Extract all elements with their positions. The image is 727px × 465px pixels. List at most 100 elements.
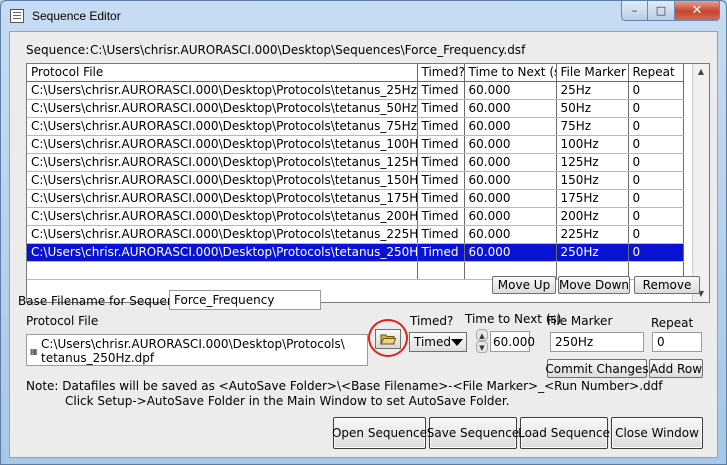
column-header[interactable]: Timed? (417, 64, 465, 82)
table-row[interactable]: C:\Users\chrisr.AURORASCI.000\Desktop\Pr… (27, 189, 684, 208)
table-cell[interactable]: 60.000 (464, 171, 557, 190)
column-header[interactable]: Time to Next (s) (464, 64, 557, 82)
table-cell[interactable]: C:\Users\chrisr.AURORASCI.000\Desktop\Pr… (27, 189, 418, 208)
save-sequence-button[interactable]: Save Sequence (427, 417, 519, 449)
table-row[interactable]: C:\Users\chrisr.AURORASCI.000\Desktop\Pr… (27, 171, 684, 190)
table-cell[interactable]: 0 (628, 135, 684, 154)
table-cell[interactable]: 0 (628, 171, 684, 190)
table-cell[interactable]: C:\Users\chrisr.AURORASCI.000\Desktop\Pr… (27, 99, 418, 118)
maximize-button[interactable]: □ (648, 1, 675, 21)
commit-changes-button[interactable]: Commit Changes (545, 359, 649, 378)
chevron-down-icon (451, 339, 463, 346)
table-cell[interactable]: Timed (417, 117, 465, 136)
table-cell[interactable]: 225Hz (556, 225, 629, 244)
table-cell[interactable]: 0 (628, 243, 684, 262)
decrement-icon[interactable]: ▼ (476, 341, 488, 353)
table-cell[interactable]: 60.000 (464, 99, 557, 118)
table-cell[interactable]: 60.000 (464, 243, 557, 262)
table-cell[interactable]: C:\Users\chrisr.AURORASCI.000\Desktop\Pr… (27, 207, 418, 226)
file-marker-input[interactable]: 250Hz (550, 332, 644, 352)
table-cell[interactable]: 60.000 (464, 225, 557, 244)
table-row[interactable]: C:\Users\chrisr.AURORASCI.000\Desktop\Pr… (27, 225, 684, 244)
table-scrollbar[interactable]: ▲ ▼ (692, 64, 709, 302)
table-row[interactable]: C:\Users\chrisr.AURORASCI.000\Desktop\Pr… (27, 81, 684, 100)
table-cell[interactable]: 50Hz (556, 99, 629, 118)
open-sequence-button[interactable]: Open Sequence (332, 417, 427, 449)
table-cell[interactable]: 0 (628, 117, 684, 136)
table-cell[interactable]: 60.000 (464, 207, 557, 226)
repeat-input[interactable]: 0 (652, 332, 702, 352)
table-cell[interactable]: 0 (628, 81, 684, 100)
table-cell[interactable]: Timed (417, 225, 465, 244)
table-cell[interactable]: Timed (417, 99, 465, 118)
title-bar[interactable]: Sequence Editor – □ ✕ (1, 1, 726, 31)
add-row-button[interactable]: Add Row (649, 359, 703, 378)
timed-select[interactable]: Timed (409, 332, 467, 352)
table-row[interactable]: C:\Users\chrisr.AURORASCI.000\Desktop\Pr… (27, 243, 684, 262)
table-cell[interactable]: 60.000 (464, 189, 557, 208)
table-row[interactable]: C:\Users\chrisr.AURORASCI.000\Desktop\Pr… (27, 99, 684, 118)
column-header[interactable]: Protocol File (27, 64, 418, 82)
table-cell[interactable]: 150Hz (556, 171, 629, 190)
table-cell[interactable]: C:\Users\chrisr.AURORASCI.000\Desktop\Pr… (27, 135, 418, 154)
table-row[interactable]: C:\Users\chrisr.AURORASCI.000\Desktop\Pr… (27, 117, 684, 136)
note-line1: Note: Datafiles will be saved as <AutoSa… (26, 379, 663, 393)
table-cell[interactable]: Timed (417, 135, 465, 154)
time-stepper[interactable]: ▲ ▼ (476, 329, 488, 353)
base-filename-input[interactable]: Force_Frequency (169, 290, 321, 310)
table-cell[interactable]: 60.000 (464, 81, 557, 100)
table-cell[interactable]: Timed (417, 171, 465, 190)
table-cell[interactable]: Timed (417, 153, 465, 172)
table-cell[interactable]: Timed (417, 81, 465, 100)
column-header[interactable]: Repeat (628, 64, 684, 82)
table-cell[interactable]: C:\Users\chrisr.AURORASCI.000\Desktop\Pr… (27, 81, 418, 100)
table-cell[interactable]: C:\Users\chrisr.AURORASCI.000\Desktop\Pr… (27, 153, 418, 172)
table-cell[interactable]: 250Hz (556, 243, 629, 262)
table-row[interactable]: C:\Users\chrisr.AURORASCI.000\Desktop\Pr… (27, 135, 684, 154)
table-cell[interactable]: 125Hz (556, 153, 629, 172)
table-cell[interactable]: C:\Users\chrisr.AURORASCI.000\Desktop\Pr… (27, 225, 418, 244)
move-down-button[interactable]: Move Down (558, 276, 630, 294)
table-cell[interactable]: 0 (628, 189, 684, 208)
table-cell[interactable]: 75Hz (556, 117, 629, 136)
table-cell[interactable] (417, 261, 465, 280)
scroll-up-icon[interactable]: ▲ (693, 64, 709, 80)
increment-icon[interactable]: ▲ (476, 329, 488, 341)
table-cell[interactable]: Timed (417, 207, 465, 226)
sequence-label: Sequence: (26, 43, 90, 57)
table-cell[interactable]: 0 (628, 153, 684, 172)
close-window-button[interactable]: Close Window (611, 417, 703, 449)
table-cell[interactable]: 0 (628, 225, 684, 244)
table-cell[interactable] (27, 261, 418, 280)
table-cell[interactable]: 60.000 (464, 117, 557, 136)
table-header-row: Protocol File Timed? Time to Next (s) Fi… (27, 64, 684, 82)
table-cell[interactable]: C:\Users\chrisr.AURORASCI.000\Desktop\Pr… (27, 117, 418, 136)
protocol-file-line2: tetanus_250Hz.dpf (41, 351, 155, 365)
table-cell[interactable]: 100Hz (556, 135, 629, 154)
minimize-button[interactable]: – (621, 1, 648, 21)
table-row[interactable]: C:\Users\chrisr.AURORASCI.000\Desktop\Pr… (27, 207, 684, 226)
repeat-label: Repeat (651, 316, 694, 330)
load-sequence-button[interactable]: Load Sequence (518, 417, 610, 449)
column-header[interactable]: File Marker (556, 64, 629, 82)
table-cell[interactable]: 0 (628, 207, 684, 226)
protocol-file-path[interactable]: ▦ C:\Users\chrisr.AURORASCI.000\Desktop\… (26, 334, 368, 366)
close-button[interactable]: ✕ (675, 1, 720, 21)
table-cell[interactable]: 175Hz (556, 189, 629, 208)
table-cell[interactable]: C:\Users\chrisr.AURORASCI.000\Desktop\Pr… (27, 171, 418, 190)
table-cell[interactable]: 60.000 (464, 153, 557, 172)
table-cell[interactable]: 25Hz (556, 81, 629, 100)
time-to-next-input[interactable]: 60.000 (490, 331, 535, 352)
table-cell[interactable]: 200Hz (556, 207, 629, 226)
table-row[interactable]: C:\Users\chrisr.AURORASCI.000\Desktop\Pr… (27, 153, 684, 172)
table-cell[interactable]: Timed (417, 189, 465, 208)
file-marker-label: File Marker (547, 314, 613, 328)
table-cell[interactable]: 0 (628, 99, 684, 118)
client-area: Sequence: C:\Users\chrisr.AURORASCI.000\… (9, 31, 718, 458)
table-cell[interactable]: 60.000 (464, 135, 557, 154)
table-cell[interactable]: Timed (417, 243, 465, 262)
table-cell[interactable]: C:\Users\chrisr.AURORASCI.000\Desktop\Pr… (27, 243, 418, 262)
remove-button[interactable]: Remove (634, 276, 700, 294)
move-up-button[interactable]: Move Up (492, 276, 556, 294)
highlight-circle (368, 319, 408, 357)
